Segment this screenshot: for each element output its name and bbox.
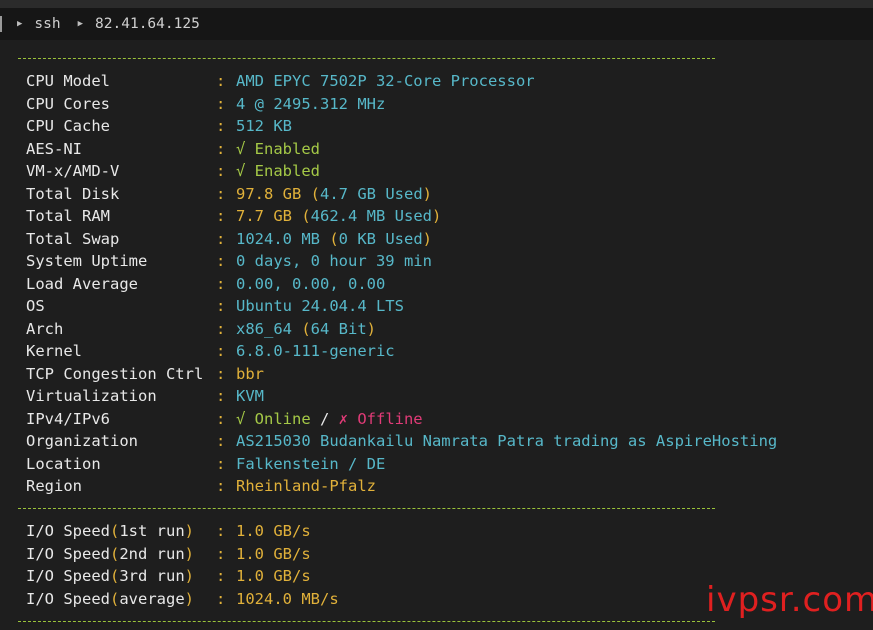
row-value: 6.8.0-111-generic [236, 342, 395, 360]
cpu-cores-row: CPU Cores:4 @ 2495.312 MHz [26, 94, 386, 113]
organization-row: Organization: AS215030 Budankailu Namrata… [26, 432, 778, 450]
terminal-output[interactable]: CPU Model: AMD EPYC 7502P 32-Core Process… [0, 40, 873, 630]
tcp-congestion-row: TCP Congestion Ctrl: bbr [26, 364, 264, 383]
row-label: Organization [26, 432, 138, 450]
row-value: 7.7 GB [236, 207, 292, 225]
row-label: Total RAM [26, 207, 110, 225]
row-value: 1024.0 MB [236, 229, 320, 248]
total-ram-row: Total RAM:7.7 GB (462.4 MB Used) [26, 207, 442, 225]
io-speed-run2-row: I/O Speed(2nd run):1.0 GB/s [26, 544, 311, 563]
total-disk-row: Total Disk:97.8 GB (4.7 GB Used) [26, 184, 432, 203]
row-extra: 64 Bit [310, 319, 367, 338]
row-value: AMD EPYC 7502P 32-Core Processor [236, 72, 535, 90]
separator-bottom [18, 621, 715, 622]
row-used: 462.4 MB Used [310, 207, 432, 225]
row-value: AS215030 Budankailu Namrata Patra tradin… [236, 432, 778, 450]
row-label: VM-x/AMD-V [26, 162, 120, 180]
row-label: Total Swap [26, 229, 120, 248]
uptime-row: System Uptime:0 days, 0 hour 39 min [26, 252, 432, 270]
row-value: bbr [236, 364, 264, 383]
row-value: 0 days, 0 hour 39 min [236, 252, 432, 270]
vmx-row: VM-x/AMD-V: √ Enabled [26, 162, 320, 180]
cpu-cache-row: CPU Cache:512 KB [26, 117, 292, 135]
region-row: Region: Rheinland-Pfalz [26, 477, 376, 495]
row-label: AES-NI [26, 139, 82, 158]
row-value: 512 KB [236, 117, 292, 135]
ip-online-status: √ Online [236, 409, 311, 428]
ip-offline-status: ✗ Offline [338, 409, 423, 428]
io-speed-value: 1.0 GB/s [236, 544, 311, 563]
arch-row: Arch: x86_64 (64 Bit) [26, 319, 377, 338]
tab-bar [0, 0, 873, 8]
io-speed-value: 1.0 GB/s [236, 567, 311, 585]
chevron-right-icon: ▶ [77, 19, 84, 29]
chevron-right-icon: ▶ [17, 19, 23, 29]
row-value: Ubuntu 24.04.4 LTS [236, 297, 404, 315]
row-value: 0.00, 0.00, 0.00 [236, 274, 386, 293]
io-speed-value: 1024.0 MB/s [236, 589, 339, 608]
total-swap-row: Total Swap:1024.0 MB (0 KB Used) [26, 229, 433, 248]
row-label: IPv4/IPv6 [26, 409, 110, 428]
row-label: OS [26, 297, 45, 315]
row-used: 0 KB Used [338, 229, 423, 248]
row-label: Load Average [26, 274, 138, 293]
io-speed-run1-row: I/O Speed(1st run):1.0 GB/s [26, 522, 311, 540]
row-label: Kernel [26, 342, 82, 360]
row-value: x86_64 [236, 319, 292, 338]
row-label: Region [26, 477, 82, 495]
location-row: Location: Falkenstein / DE [26, 454, 386, 473]
row-label: Virtualization [26, 387, 157, 405]
watermark-logo: ivpsr.com [706, 580, 873, 620]
cpu-model-row: CPU Model: AMD EPYC 7502P 32-Core Process… [26, 72, 535, 90]
virtualization-row: Virtualization: KVM [26, 387, 264, 405]
aes-ni-row: AES-NI: √ Enabled [26, 139, 320, 158]
row-label: CPU Model [26, 72, 110, 90]
load-average-row: Load Average:0.00, 0.00, 0.00 [26, 274, 386, 293]
separator-middle [18, 508, 715, 509]
breadcrumb-host[interactable]: 82.41.64.125 [95, 16, 200, 32]
terminal-title-bar: ▶ ssh ▶ 82.41.64.125 [0, 8, 873, 40]
io-run-label: 2nd run [119, 544, 185, 563]
row-label: Arch [26, 319, 64, 338]
io-speed-run3-row: I/O Speed(3rd run):1.0 GB/s [26, 567, 311, 585]
kernel-row: Kernel:6.8.0-111-generic [26, 342, 395, 360]
row-label: TCP Congestion Ctrl [26, 364, 204, 383]
row-value: KVM [236, 387, 264, 405]
row-used: 4.7 GB Used [320, 184, 423, 203]
title-edge-marker [0, 16, 2, 32]
os-row: OS: Ubuntu 24.04.4 LTS [26, 297, 404, 315]
row-label: CPU Cache [26, 117, 110, 135]
row-value: Rheinland-Pfalz [236, 477, 376, 495]
row-value: √ Enabled [236, 139, 320, 158]
row-label: System Uptime [26, 252, 148, 270]
row-value: √ Enabled [236, 162, 320, 180]
row-value: 97.8 GB [236, 184, 302, 203]
io-speed-average-row: I/O Speed(average):1024.0 MB/s [26, 589, 339, 608]
row-value: Falkenstein / DE [236, 454, 386, 473]
separator-top [18, 58, 715, 59]
row-value: 4 @ 2495.312 MHz [236, 94, 386, 113]
io-speed-value: 1.0 GB/s [236, 522, 311, 540]
row-label: Total Disk [26, 184, 120, 203]
breadcrumb-ssh[interactable]: ssh [34, 16, 60, 32]
io-run-label: 3rd run [119, 567, 185, 585]
io-run-label: 1st run [119, 522, 185, 540]
ipv4-ipv6-row: IPv4/IPv6: √ Online / ✗ Offline [26, 409, 423, 428]
io-run-label: average [119, 589, 185, 608]
row-label: CPU Cores [26, 94, 110, 113]
row-label: Location [26, 454, 101, 473]
